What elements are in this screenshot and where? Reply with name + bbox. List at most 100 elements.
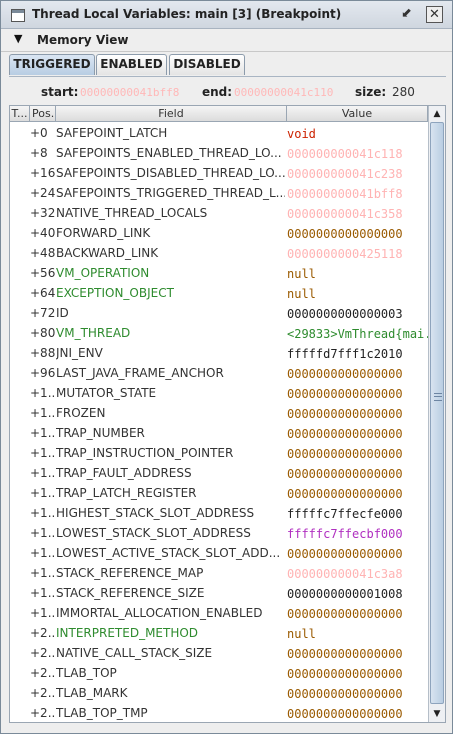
row-position: +1... <box>30 526 56 540</box>
row-position: +8 <box>30 146 48 160</box>
row-position: +72 <box>30 306 56 320</box>
column-header-tag[interactable]: T... <box>10 106 30 122</box>
scroll-up-arrow-icon[interactable]: ▲ <box>429 106 445 122</box>
scrollbar-grip-icon <box>434 393 442 401</box>
row-field-name: IMMORTAL_ALLOCATION_ENABLED <box>56 606 263 620</box>
start-address: 00000000041bff8 <box>80 86 180 99</box>
menu-view[interactable]: View <box>96 33 128 47</box>
table-row[interactable]: +1...MUTATOR_STATE 0000000000000000 <box>10 383 428 403</box>
table-row[interactable]: +2...TLAB_TOP 0000000000000000 <box>10 663 428 683</box>
tab-disabled[interactable]: DISABLED <box>169 54 245 75</box>
column-header-position[interactable]: Pos. <box>30 106 56 122</box>
menu-bar: ▼ Memory View <box>1 29 452 52</box>
row-position: +1... <box>30 546 56 560</box>
table-row[interactable]: +2...NATIVE_CALL_STACK_SIZE 0000000000000… <box>10 643 428 663</box>
row-field-name: SAFEPOINT_LATCH <box>56 126 168 140</box>
table-row[interactable]: +88 JNI_ENV fffffd7fff1c2010 <box>10 343 428 363</box>
row-field-name: VM_OPERATION <box>56 266 150 280</box>
row-field-name: TRAP_NUMBER <box>56 426 145 440</box>
row-position: +1... <box>30 606 56 620</box>
table-row[interactable]: +48 BACKWARD_LINK 0000000000425118 <box>10 243 428 263</box>
table-row[interactable]: +1...STACK_REFERENCE_SIZE 000000000000100… <box>10 583 428 603</box>
row-field-name: SAFEPOINTS_TRIGGERED_THREAD_L... <box>56 186 285 200</box>
row-position: +1... <box>30 446 56 460</box>
table-row[interactable]: +96 LAST_JAVA_FRAME_ANCHOR 000000000000000… <box>10 363 428 383</box>
row-position: +2... <box>30 646 56 660</box>
table-row[interactable]: +80VM_THREAD <29833>VmThread{mai... <box>10 323 428 343</box>
table-row[interactable]: +2...TLAB_MARK 0000000000000000 <box>10 683 428 703</box>
table-row[interactable]: +56 VM_OPERATION null <box>10 263 428 283</box>
table-row[interactable]: +1...TRAP_NUMBER 0000000000000000 <box>10 423 428 443</box>
tab-strip: TRIGGERED ENABLED DISABLED <box>1 53 452 76</box>
row-value: 0000000000000000 <box>287 427 403 441</box>
row-field-name: STACK_REFERENCE_MAP <box>56 566 204 580</box>
table-row[interactable]: +1...HIGHEST_STACK_SLOT_ADDRESS fffffc7ff… <box>10 503 428 523</box>
row-position: +48 <box>30 246 56 260</box>
row-position: +1... <box>30 486 56 500</box>
variables-table: T... Pos. Field Value +0 SAFEPOINT_LATCH v… <box>9 105 446 723</box>
title-bar[interactable]: Thread Local Variables: main [3] (Breakp… <box>1 1 452 29</box>
size-value: 280 <box>392 85 415 99</box>
table-row[interactable]: +1...TRAP_INSTRUCTION_POINTER 00000000000… <box>10 443 428 463</box>
row-value: 000000000041c358 <box>287 207 403 221</box>
row-position: +0 <box>30 126 48 140</box>
row-value: 0000000000000000 <box>287 407 403 421</box>
menu-memory[interactable]: Memory <box>37 33 92 47</box>
table-row[interactable]: +1...FROZEN 0000000000000000 <box>10 403 428 423</box>
table-row[interactable]: +16 SAFEPOINTS_DISABLED_THREAD_LO... 00000… <box>10 163 428 183</box>
column-header-field[interactable]: Field <box>56 106 287 122</box>
scroll-down-arrow-icon[interactable]: ▼ <box>429 706 445 722</box>
table-row[interactable]: +1...STACK_REFERENCE_MAP 000000000041c3a8 <box>10 563 428 583</box>
table-row[interactable]: +64 EXCEPTION_OBJECT null <box>10 283 428 303</box>
table-row[interactable]: +2...INTERPRETED_METHOD null <box>10 623 428 643</box>
table-header: T... Pos. Field Value <box>10 106 428 122</box>
table-row[interactable]: +1...TRAP_LATCH_REGISTER 0000000000000000 <box>10 483 428 503</box>
row-position: +1... <box>30 386 56 400</box>
row-field-name: NATIVE_THREAD_LOCALS <box>56 206 208 220</box>
vertical-scrollbar[interactable]: ▲ ▼ <box>428 106 445 722</box>
table-row[interactable]: +0 SAFEPOINT_LATCH void <box>10 123 428 143</box>
tab-enabled[interactable]: ENABLED <box>96 54 167 75</box>
row-field-name: TRAP_INSTRUCTION_POINTER <box>56 446 234 460</box>
address-info-bar: start: 00000000041bff8 end: 00000000041c… <box>9 76 446 105</box>
row-value: 000000000041c3a8 <box>287 567 403 581</box>
scrollbar-thumb[interactable] <box>430 122 444 704</box>
row-value: 000000000041c118 <box>287 147 403 161</box>
row-field-name: BACKWARD_LINK <box>56 246 159 260</box>
row-value: <29833>VmThread{mai... <box>287 327 428 341</box>
row-value: 000000000041c238 <box>287 167 403 181</box>
row-value: 0000000000000003 <box>287 307 403 321</box>
menu-dropdown-arrow-icon[interactable]: ▼ <box>14 32 22 45</box>
table-row[interactable]: +32 NATIVE_THREAD_LOCALS 000000000041c358 <box>10 203 428 223</box>
restore-window-icon[interactable]: ⬋ <box>398 6 415 23</box>
row-value: null <box>287 287 316 301</box>
table-row[interactable]: +1...IMMORTAL_ALLOCATION_ENABLED 00000000… <box>10 603 428 623</box>
row-value: 0000000000001008 <box>287 587 403 601</box>
table-row[interactable]: +24 SAFEPOINTS_TRIGGERED_THREAD_L... 00000… <box>10 183 428 203</box>
row-field-name: EXCEPTION_OBJECT <box>56 286 174 300</box>
table-row[interactable]: +2...TLAB_TOP_TMP 0000000000000000 <box>10 703 428 722</box>
row-value: 0000000000000000 <box>287 447 403 461</box>
end-label: end: <box>202 85 233 99</box>
table-row[interactable]: +8 SAFEPOINTS_ENABLED_THREAD_LO... 0000000… <box>10 143 428 163</box>
table-row[interactable]: +1...LOWEST_STACK_SLOT_ADDRESS fffffc7ffe… <box>10 523 428 543</box>
table-row[interactable]: +72 ID 0000000000000003 <box>10 303 428 323</box>
row-value: 0000000000000000 <box>287 487 403 501</box>
row-value: fffffc7ffecfe000 <box>287 507 403 521</box>
row-field-name: INTERPRETED_METHOD <box>56 626 199 640</box>
row-value: 0000000000000000 <box>287 467 403 481</box>
column-header-value[interactable]: Value <box>287 106 428 122</box>
row-field-name: SAFEPOINTS_ENABLED_THREAD_LO... <box>56 146 282 160</box>
table-row[interactable]: +1...TRAP_FAULT_ADDRESS 0000000000000000 <box>10 463 428 483</box>
row-field-name: TLAB_MARK <box>56 686 128 700</box>
tab-triggered[interactable]: TRIGGERED <box>9 54 95 75</box>
close-window-button[interactable]: ✕ <box>426 6 443 23</box>
row-value: 0000000000000000 <box>287 607 403 621</box>
row-field-name: TRAP_FAULT_ADDRESS <box>56 466 192 480</box>
row-position: +56 <box>30 266 56 280</box>
row-value: null <box>287 627 316 641</box>
row-value: 0000000000000000 <box>287 687 403 701</box>
table-row[interactable]: +40 FORWARD_LINK 0000000000000000 <box>10 223 428 243</box>
table-row[interactable]: +1...LOWEST_ACTIVE_STACK_SLOT_ADD... 0000… <box>10 543 428 563</box>
row-field-name: TRAP_LATCH_REGISTER <box>56 486 197 500</box>
